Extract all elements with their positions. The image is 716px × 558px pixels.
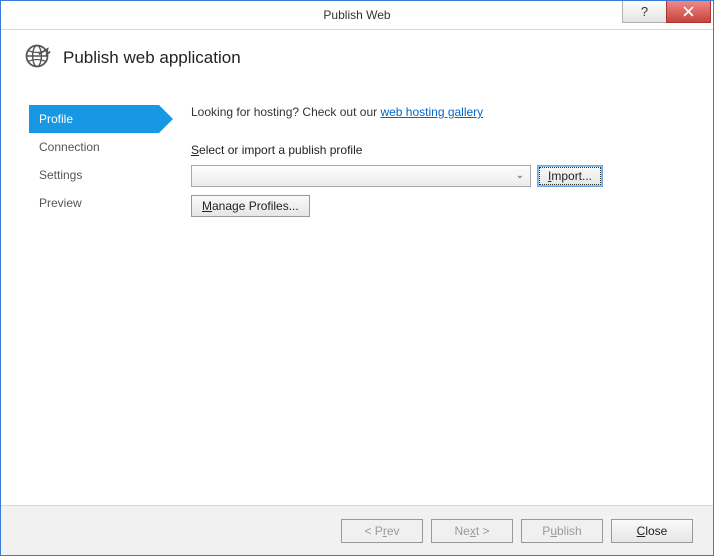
chevron-down-icon: ⌄ [516,170,524,181]
help-icon: ? [641,4,648,19]
globe-icon [23,42,51,73]
wizard-footer: < Prev Next > Publish Close [1,505,713,555]
publish-button: Publish [521,519,603,543]
next-button: Next > [431,519,513,543]
publish-web-dialog: Publish Web ? Publish web application [0,0,714,556]
step-settings[interactable]: Settings [29,161,159,189]
hosting-text: Looking for hosting? Check out our web h… [191,105,683,119]
help-button[interactable]: ? [622,1,667,23]
wizard-steps-sidebar: Profile Connection Settings Preview [1,93,161,217]
window-title: Publish Web [1,1,713,29]
step-connection[interactable]: Connection [29,133,159,161]
web-hosting-gallery-link[interactable]: web hosting gallery [380,105,483,119]
step-profile[interactable]: Profile [29,105,159,133]
dialog-header: Publish web application [1,30,713,93]
manage-row: Manage Profiles... [191,195,683,217]
window-close-button[interactable] [666,1,711,23]
step-content: Looking for hosting? Check out our web h… [161,93,713,217]
dialog-body: Profile Connection Settings Preview Look… [1,93,713,217]
manage-profiles-button[interactable]: Manage Profiles... [191,195,310,217]
window-controls: ? [623,1,713,23]
select-profile-label: Select or import a publish profile [191,143,683,157]
close-button[interactable]: Close [611,519,693,543]
profile-row: ⌄ Import... [191,165,683,187]
prev-button: < Prev [341,519,423,543]
step-preview[interactable]: Preview [29,189,159,217]
close-icon [683,6,694,17]
hosting-text-prefix: Looking for hosting? Check out our [191,105,380,119]
publish-profile-combo[interactable]: ⌄ [191,165,531,187]
import-button[interactable]: Import... [537,165,603,187]
titlebar: Publish Web ? [1,1,713,30]
dialog-title: Publish web application [63,48,241,68]
